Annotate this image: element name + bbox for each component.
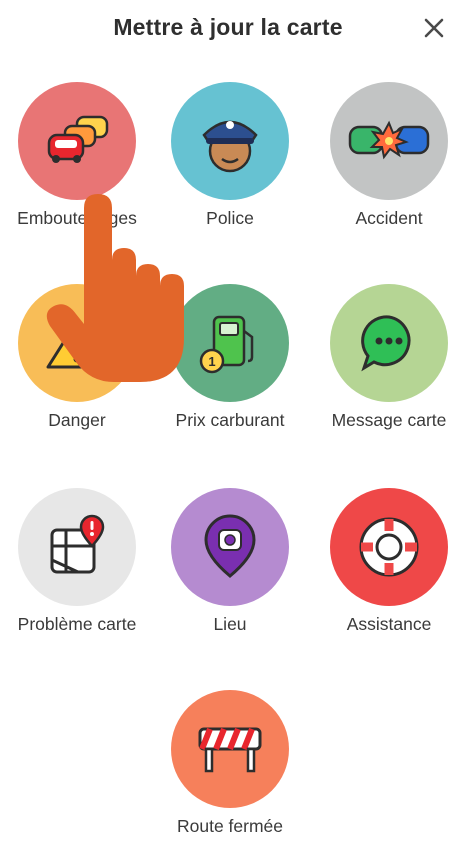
dialog-header: Mettre à jour la carte (0, 0, 456, 54)
report-place-button[interactable]: Lieu (155, 488, 305, 658)
dialog-title: Mettre à jour la carte (113, 14, 343, 40)
roadside-help-icon (359, 517, 419, 577)
roadside-help-label: Assistance (346, 614, 432, 634)
roadside-help-circle (330, 488, 448, 606)
map-issue-circle (18, 488, 136, 606)
report-roadside-help-button[interactable]: Assistance (314, 488, 456, 658)
traffic-label: Embouteillages (17, 208, 137, 228)
report-traffic-button[interactable]: Embouteillages (2, 82, 152, 252)
report-fuel-price-button[interactable]: 1 Prix carburant (155, 284, 305, 454)
traffic-circle (18, 82, 136, 200)
map-chat-label: Message carte (331, 410, 447, 430)
accident-label: Accident (355, 208, 423, 228)
report-road-closed-button[interactable]: Route fermée (155, 690, 305, 860)
traffic-jam-icon (47, 115, 109, 163)
accident-circle (330, 82, 448, 200)
map-chat-circle (330, 284, 448, 402)
map-chat-icon (361, 315, 411, 372)
place-label: Lieu (213, 614, 247, 634)
report-hazard-button[interactable]: Danger (2, 284, 152, 454)
svg-text:1: 1 (208, 354, 215, 369)
report-accident-button[interactable]: Accident (314, 82, 456, 252)
hazard-icon (46, 319, 108, 369)
map-issue-label: Problème carte (17, 614, 137, 634)
close-icon (424, 18, 444, 38)
police-circle (171, 82, 289, 200)
road-closed-circle (171, 690, 289, 808)
road-closed-icon (198, 727, 262, 773)
hazard-circle (18, 284, 136, 402)
accident-icon (348, 120, 430, 160)
hazard-label: Danger (48, 410, 106, 430)
fuel-price-label: Prix carburant (175, 410, 285, 430)
police-label: Police (206, 208, 254, 228)
close-button[interactable] (420, 14, 448, 42)
police-icon (202, 120, 258, 173)
fuel-price-icon: 1 (199, 315, 254, 374)
road-closed-label: Route fermée (176, 816, 284, 836)
report-police-button[interactable]: Police (155, 82, 305, 252)
fuel-price-circle: 1 (171, 284, 289, 402)
report-map-issue-button[interactable]: Problème carte (2, 488, 152, 658)
place-icon (204, 514, 256, 578)
place-circle (171, 488, 289, 606)
report-map-chat-button[interactable]: Message carte (314, 284, 456, 454)
map-issue-icon (50, 514, 105, 574)
